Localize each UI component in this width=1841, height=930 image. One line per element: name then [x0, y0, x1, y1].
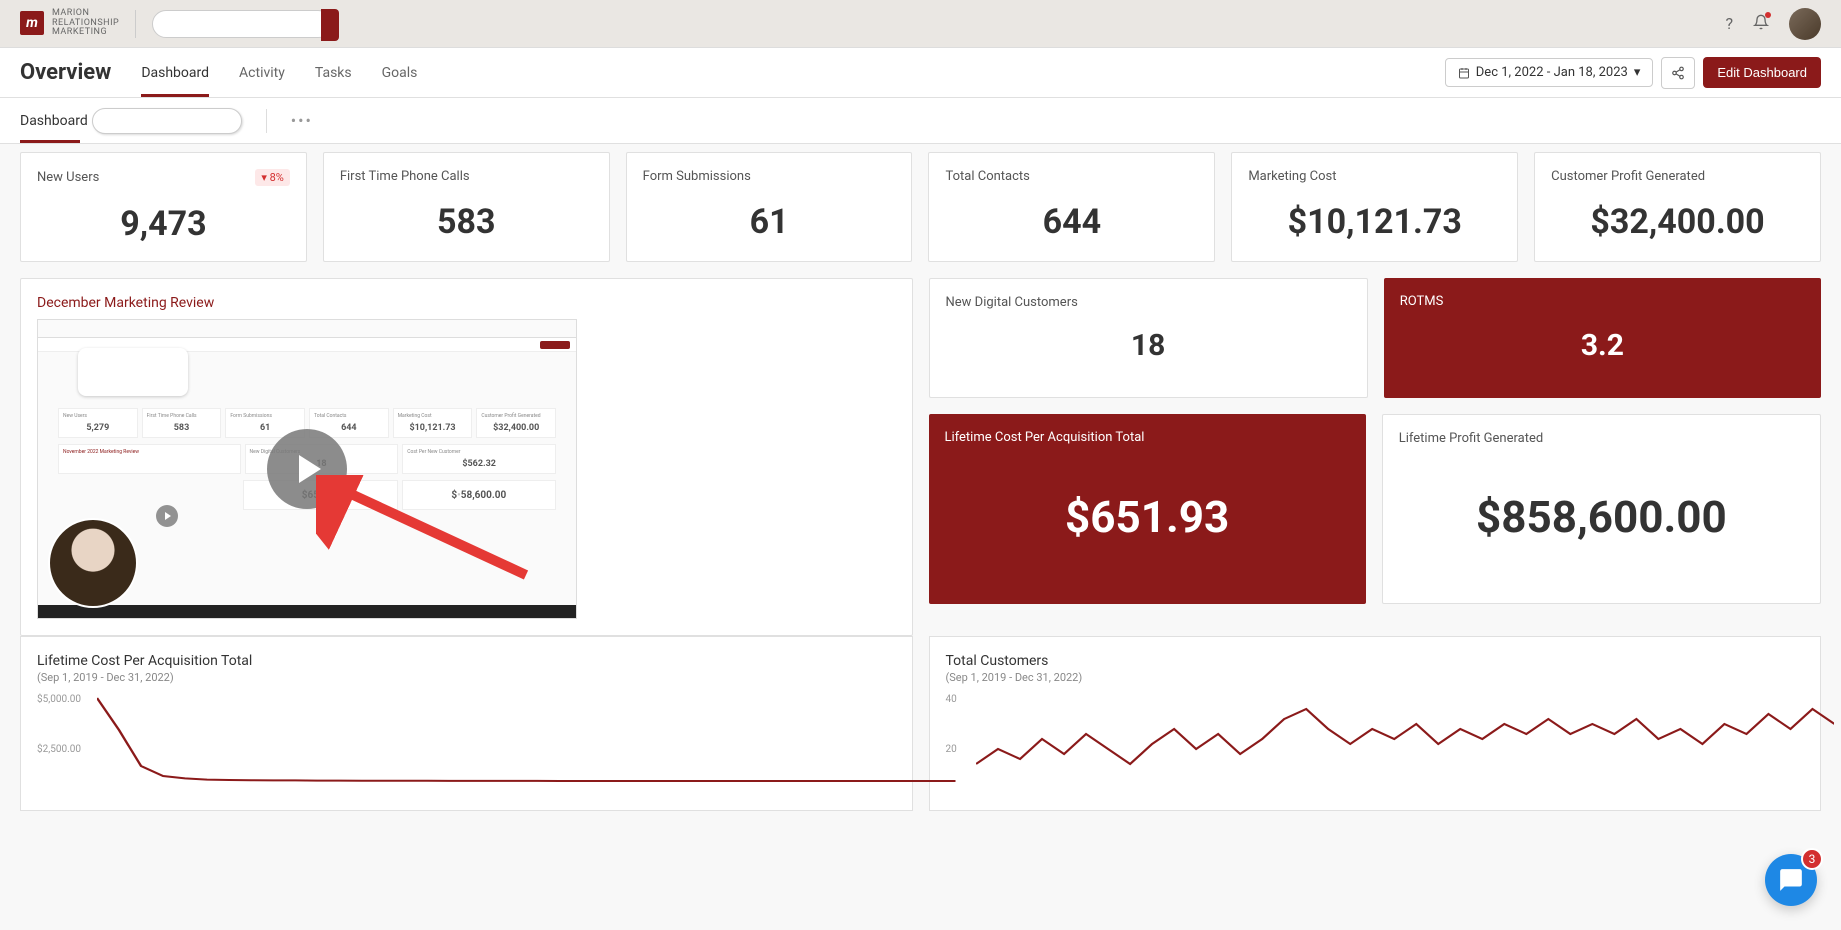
logo-text: MARION RELATIONSHIP MARKETING	[52, 9, 119, 39]
user-avatar[interactable]	[1789, 8, 1821, 40]
kpi-lifetime-cpa[interactable]: Lifetime Cost Per Acquisition Total $651…	[929, 414, 1366, 604]
more-options-icon[interactable]: •••	[291, 111, 313, 130]
kpi-phone-calls[interactable]: First Time Phone Calls 583	[323, 152, 610, 262]
mid-row: December Marketing Review New Users5,279…	[20, 278, 1821, 636]
tab-activity[interactable]: Activity	[239, 48, 285, 97]
kpi-new-digital-customers[interactable]: New Digital Customers 18	[929, 278, 1368, 398]
navbar: Overview Dashboard Activity Tasks Goals …	[0, 48, 1841, 98]
presenter-avatar	[48, 518, 138, 608]
kpi-row: New Users▾ 8% 9,473 First Time Phone Cal…	[20, 152, 1821, 262]
content: New Users▾ 8% 9,473 First Time Phone Cal…	[0, 144, 1841, 831]
chat-icon	[1778, 867, 1804, 893]
edit-dashboard-button[interactable]: Edit Dashboard	[1703, 57, 1821, 88]
kpi-total-contacts[interactable]: Total Contacts 644	[928, 152, 1215, 262]
page-title: Overview	[20, 60, 111, 85]
kpi-rotms[interactable]: ROTMS 3.2	[1384, 278, 1821, 398]
logo-icon: m	[20, 11, 44, 35]
chat-widget[interactable]: 3	[1765, 854, 1817, 906]
dashboard-search[interactable]	[92, 108, 242, 134]
divider	[135, 10, 136, 38]
video-review-card: December Marketing Review New Users5,279…	[20, 278, 913, 636]
topbar: m MARION RELATIONSHIP MARKETING ?	[0, 0, 1841, 48]
kpi-marketing-cost[interactable]: Marketing Cost $10,121.73	[1231, 152, 1518, 262]
chevron-down-icon: ▾	[1634, 65, 1641, 80]
client-selector[interactable]	[152, 10, 332, 38]
subnav-tab-dashboard[interactable]: Dashboard	[20, 98, 242, 143]
video-thumbnail[interactable]: New Users5,279 First Time Phone Calls583…	[37, 319, 577, 619]
selector-toggle[interactable]	[321, 9, 339, 41]
tab-tasks[interactable]: Tasks	[315, 48, 352, 97]
date-range-label: Dec 1, 2022 - Jan 18, 2023	[1476, 65, 1628, 80]
kpi-new-users[interactable]: New Users▾ 8% 9,473	[20, 152, 307, 262]
divider	[266, 109, 267, 133]
kpi-profit-generated[interactable]: Customer Profit Generated $32,400.00	[1534, 152, 1821, 262]
kpi-form-submissions[interactable]: Form Submissions 61	[626, 152, 913, 262]
chart-customers-area: 40 20	[946, 694, 1805, 794]
share-icon	[1671, 66, 1685, 80]
trend-down-badge: ▾ 8%	[255, 169, 290, 186]
chart-row: Lifetime Cost Per Acquisition Total (Sep…	[20, 636, 1821, 811]
kpi-lifetime-profit[interactable]: Lifetime Profit Generated $858,600.00	[1382, 414, 1821, 604]
help-icon[interactable]: ?	[1725, 14, 1733, 33]
chart-cpa[interactable]: Lifetime Cost Per Acquisition Total (Sep…	[20, 636, 913, 811]
chat-badge: 3	[1801, 848, 1823, 870]
tab-dashboard[interactable]: Dashboard	[141, 48, 209, 97]
date-range-picker[interactable]: Dec 1, 2022 - Jan 18, 2023 ▾	[1445, 58, 1654, 87]
share-button[interactable]	[1661, 57, 1695, 89]
notifications-icon[interactable]	[1753, 14, 1769, 34]
topbar-actions: ?	[1725, 8, 1821, 40]
subnav: Dashboard •••	[0, 98, 1841, 144]
chart-cpa-area: $5,000.00 $2,500.00	[37, 694, 896, 794]
tab-goals[interactable]: Goals	[382, 48, 418, 97]
video-title: December Marketing Review	[37, 295, 896, 311]
brand-logo[interactable]: m MARION RELATIONSHIP MARKETING	[20, 9, 119, 39]
notification-dot	[1765, 12, 1771, 18]
chart-customers[interactable]: Total Customers (Sep 1, 2019 - Dec 31, 2…	[929, 636, 1822, 811]
play-icon	[267, 429, 347, 509]
nav-tabs: Dashboard Activity Tasks Goals	[141, 48, 417, 97]
calendar-icon	[1458, 67, 1470, 79]
